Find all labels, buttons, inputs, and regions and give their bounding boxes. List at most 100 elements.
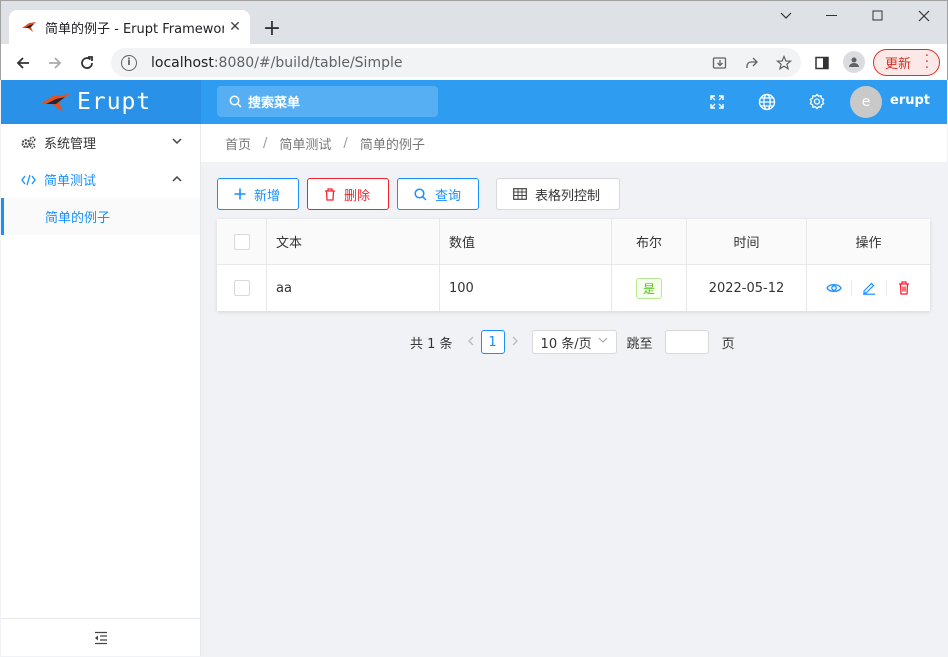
divider [850, 281, 852, 295]
reload-icon[interactable] [73, 49, 101, 77]
table-row: aa 100 是 2022-05-12 [217, 265, 930, 311]
new-tab-icon[interactable]: + [259, 15, 285, 41]
trash-icon[interactable] [895, 279, 913, 297]
sidebar-sub-label: 简单的例子 [45, 211, 111, 226]
url-path: :8080/#/build/table/Simple [213, 54, 403, 71]
data-table: 文本 数值 布尔 时间 操作 aa 100 是 2022-05-12 [217, 219, 930, 311]
maximize-icon[interactable] [855, 5, 901, 27]
window-close-icon[interactable] [901, 5, 947, 27]
sidebar-item-label: 系统管理 [44, 137, 97, 152]
add-button[interactable]: 新增 [217, 178, 299, 210]
sidebar-item-simple-example[interactable]: 简单的例子 [1, 198, 200, 235]
url-host: localhost [151, 54, 214, 71]
next-page-icon[interactable] [512, 335, 519, 349]
jump-page-input[interactable] [664, 330, 709, 354]
page-number-current[interactable]: 1 [480, 330, 505, 354]
column-header-time[interactable]: 时间 [687, 219, 807, 264]
chevron-down-icon [598, 336, 608, 347]
update-label: 更新 [885, 57, 912, 72]
search-icon [414, 187, 427, 201]
divider [885, 281, 887, 295]
table-icon [513, 188, 527, 200]
breadcrumb-home[interactable]: 首页 [225, 134, 251, 153]
address-bar[interactable]: i localhost:8080/#/build/table/Simple [111, 48, 801, 77]
breadcrumb-item[interactable]: 简单测试 [279, 134, 331, 153]
collapse-sidebar-button[interactable] [1, 618, 200, 656]
gears-icon [21, 136, 37, 149]
fullscreen-icon[interactable] [706, 91, 728, 113]
delete-button[interactable]: 删除 [307, 178, 389, 210]
cell-time: 2022-05-12 [687, 265, 807, 311]
jump-label: 跳至 [626, 336, 653, 352]
profile-icon[interactable] [843, 51, 865, 73]
side-panel-icon[interactable] [811, 52, 833, 74]
app-header: Erupt 搜索菜单 e erupt [1, 80, 947, 124]
plus-icon [234, 188, 246, 200]
page-suffix: 页 [721, 336, 735, 352]
browser-tab[interactable]: 简单的例子 - Erupt Framework ✕ [9, 10, 250, 44]
column-header-text[interactable]: 文本 [267, 219, 440, 264]
column-header-number[interactable]: 数值 [440, 219, 612, 264]
pagination-total: 共 1 条 [410, 336, 453, 352]
info-icon[interactable]: i [121, 54, 137, 71]
sidebar-item-system[interactable]: 系统管理 [1, 124, 200, 161]
query-label: 查询 [435, 188, 462, 204]
column-control-button[interactable]: 表格列控制 [496, 178, 620, 210]
gear-icon[interactable] [806, 91, 828, 113]
browser-chrome: 简单的例子 - Erupt Framework ✕ + i localhost:… [0, 0, 948, 81]
more-menu-icon[interactable]: · · · [925, 50, 929, 75]
cell-bool: 是 [612, 265, 687, 311]
row-checkbox-cell [217, 265, 267, 311]
sidebar-item-simple-test[interactable]: 简单测试 [1, 161, 200, 198]
eye-icon[interactable] [825, 279, 843, 297]
pagination: 共 1 条 1 10 条/页 跳至 页 [410, 330, 735, 354]
sidebar: 系统管理 简单测试 简单的例子 [1, 124, 201, 656]
cell-actions [807, 265, 930, 311]
edit-icon[interactable] [860, 279, 878, 297]
column-header-bool[interactable]: 布尔 [612, 219, 687, 264]
trash-icon [324, 187, 336, 201]
install-app-icon[interactable] [709, 52, 731, 74]
page-size-value: 10 条/页 [540, 336, 592, 352]
share-icon[interactable] [741, 52, 763, 74]
back-arrow-icon[interactable] [9, 49, 37, 77]
select-all-checkbox[interactable] [233, 233, 250, 250]
breadcrumb-separator: / [263, 135, 268, 151]
row-checkbox[interactable] [233, 280, 250, 296]
column-control-label: 表格列控制 [535, 188, 601, 204]
sidebar-item-label: 简单测试 [44, 174, 97, 189]
bool-tag: 是 [635, 277, 662, 299]
logo-text: Erupt [77, 89, 152, 115]
search-icon [229, 95, 242, 108]
cell-number: 100 [440, 265, 612, 311]
chevron-down-icon [172, 137, 182, 148]
erupt-logo-icon [40, 94, 70, 112]
star-icon[interactable] [773, 52, 795, 74]
app-root: Erupt 搜索菜单 e erupt 系统管理 简单测试 简单的例子 首页 / … [1, 80, 947, 656]
chevron-up-icon [172, 174, 182, 185]
logo[interactable]: Erupt [1, 80, 201, 124]
code-icon [21, 174, 37, 186]
tab-title: 简单的例子 - Erupt Framework [45, 21, 224, 37]
close-icon[interactable]: ✕ [224, 16, 246, 38]
column-header-actions: 操作 [855, 236, 882, 251]
page-size-select[interactable]: 10 条/页 [531, 330, 617, 354]
query-button[interactable]: 查询 [397, 178, 479, 210]
table-header-row: 文本 数值 布尔 时间 操作 [217, 219, 930, 265]
update-button[interactable]: 更新 · · · [873, 49, 940, 76]
globe-icon[interactable] [756, 91, 778, 113]
breadcrumb-separator: / [343, 135, 348, 151]
browser-toolbar: i localhost:8080/#/build/table/Simple 更新 [1, 44, 947, 81]
avatar[interactable]: e [850, 86, 882, 118]
cell-text: aa [267, 265, 440, 311]
chevron-down-icon[interactable] [763, 5, 809, 27]
menu-search-input[interactable]: 搜索菜单 [217, 86, 438, 117]
breadcrumb-current: 简单的例子 [359, 137, 425, 153]
username[interactable]: erupt [890, 93, 930, 108]
prev-page-icon[interactable] [467, 335, 474, 349]
breadcrumb: 首页 / 简单测试 / 简单的例子 [201, 124, 947, 162]
header-checkbox-cell [217, 219, 267, 264]
minimize-icon[interactable] [809, 5, 855, 27]
erupt-favicon-icon [21, 19, 37, 35]
forward-arrow-icon[interactable] [41, 49, 69, 77]
